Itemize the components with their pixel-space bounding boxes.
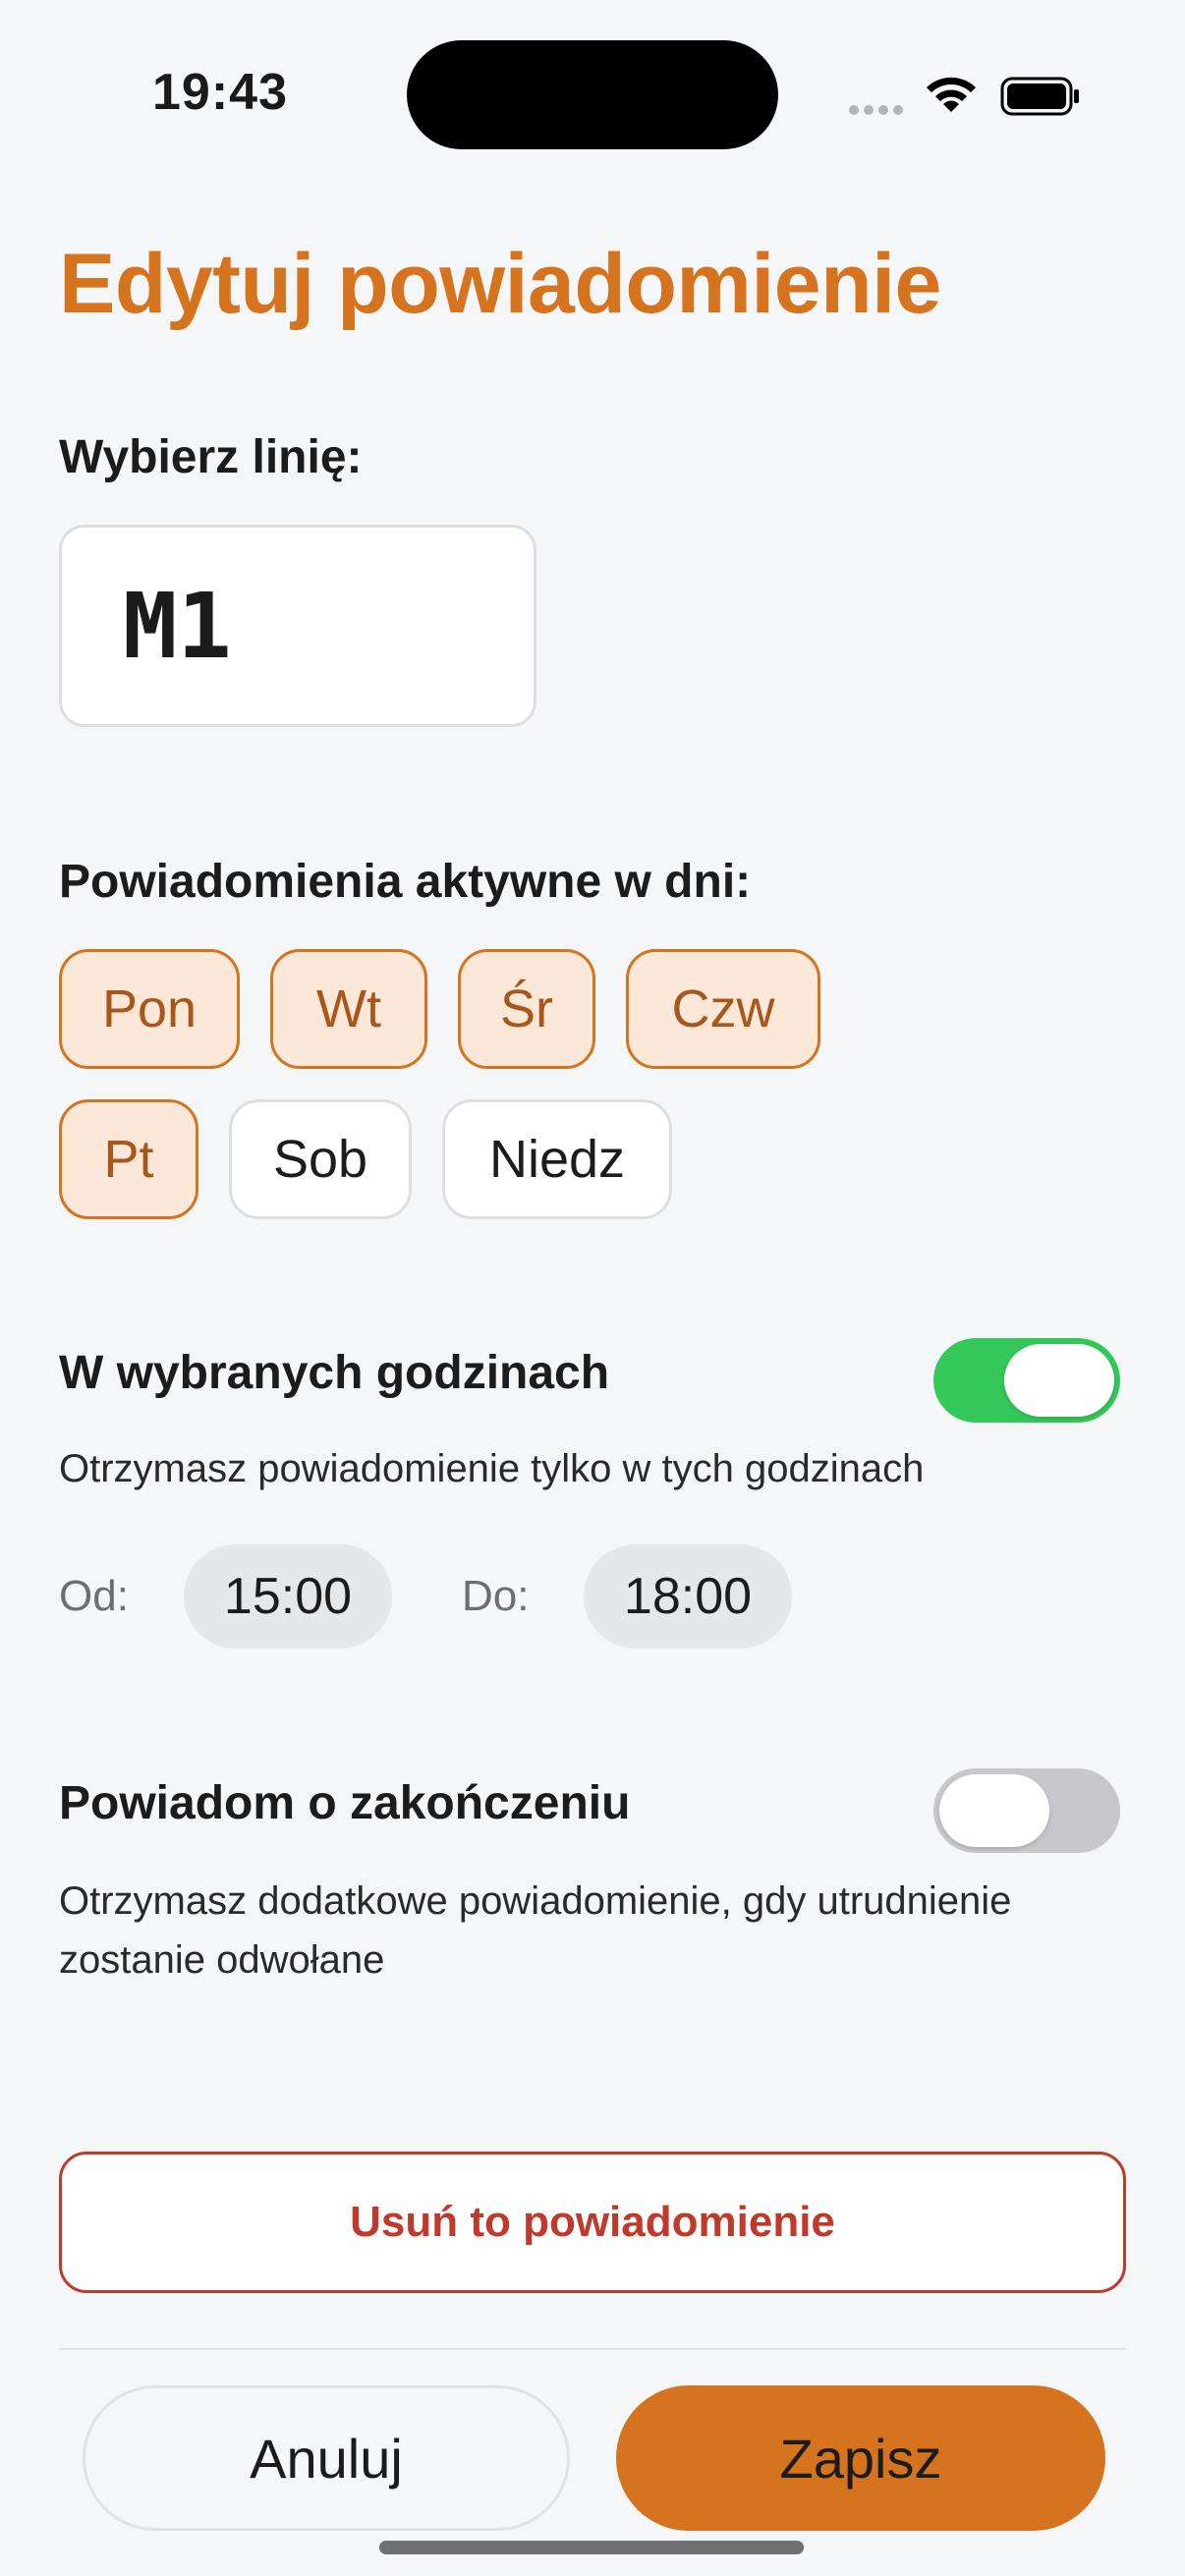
end-notify-toggle[interactable] [933, 1768, 1120, 1853]
to-label: Do: [462, 1572, 530, 1620]
home-indicator [379, 2541, 804, 2554]
divider [59, 2348, 1126, 2350]
battery-icon [1000, 77, 1079, 116]
from-label: Od: [59, 1572, 129, 1620]
save-button[interactable]: Zapisz [616, 2385, 1105, 2531]
end-notify-title: Powiadom o zakończeniu [59, 1777, 631, 1829]
hours-title: W wybranych godzinach [59, 1347, 610, 1399]
day-chip-pon[interactable]: Pon [59, 949, 240, 1069]
to-time-picker[interactable]: 18:00 [584, 1544, 792, 1649]
line-label: Wybierz linię: [59, 431, 363, 483]
day-chip-sr[interactable]: Śr [458, 949, 595, 1069]
day-chip-sob[interactable]: Sob [229, 1099, 412, 1219]
toggle-knob [1004, 1344, 1114, 1417]
from-time-picker[interactable]: 15:00 [184, 1544, 392, 1649]
cellular-signal-icon [849, 105, 903, 115]
wifi-icon [927, 77, 976, 112]
hours-toggle[interactable] [933, 1338, 1120, 1423]
cancel-button[interactable]: Anuluj [83, 2385, 570, 2531]
dynamic-island [407, 40, 778, 149]
day-chip-wt[interactable]: Wt [270, 949, 427, 1069]
day-chip-czw[interactable]: Czw [626, 949, 820, 1069]
day-chip-pt[interactable]: Pt [59, 1099, 198, 1219]
hours-description: Otrzymasz powiadomienie tylko w tych god… [59, 1447, 925, 1490]
days-label: Powiadomienia aktywne w dni: [59, 856, 752, 908]
line-selector[interactable]: M1 [59, 525, 536, 727]
delete-notification-button[interactable]: Usuń to powiadomienie [59, 2152, 1126, 2293]
status-bar: 19:43 [0, 0, 1185, 187]
day-chip-niedz[interactable]: Niedz [442, 1099, 672, 1219]
toggle-knob [939, 1774, 1049, 1847]
line-value: M1 [123, 573, 232, 679]
status-time: 19:43 [152, 64, 288, 121]
end-notify-description: Otrzymasz dodatkowe powiadomienie, gdy u… [59, 1879, 1012, 1982]
page-title: Edytuj powiadomienie [59, 237, 941, 331]
